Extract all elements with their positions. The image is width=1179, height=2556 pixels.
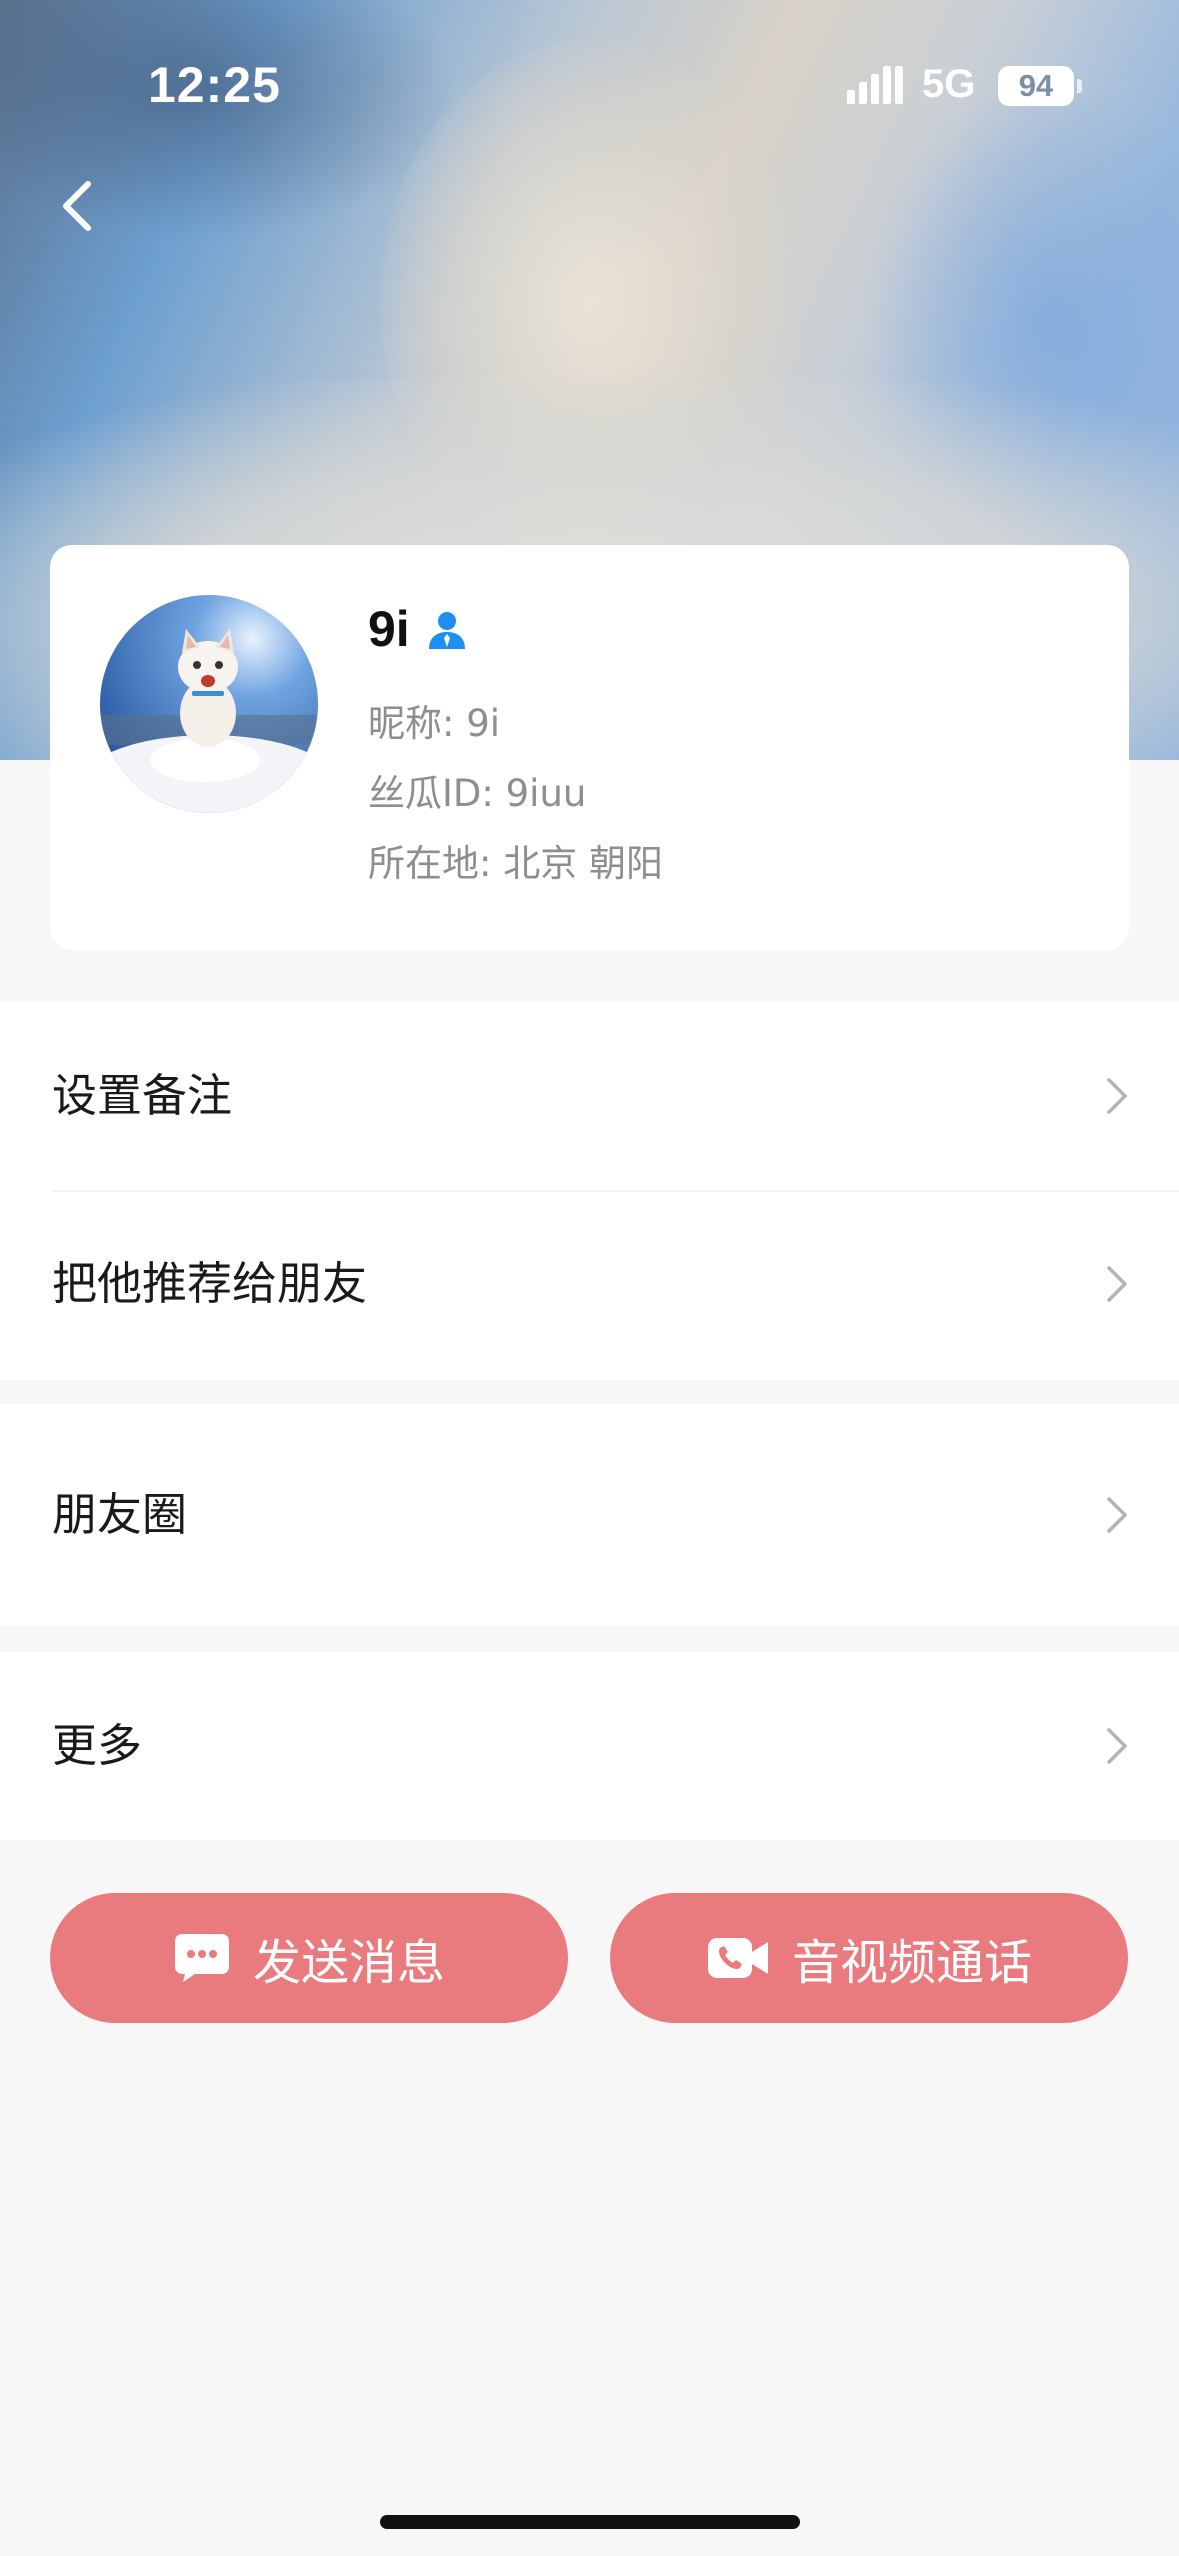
- menu-section-more: 更多: [0, 1652, 1179, 1840]
- more-label: 更多: [52, 1719, 143, 1772]
- location-text: 所在地: 北京 朝阳: [368, 842, 663, 885]
- set-remark-label: 设置备注: [52, 1069, 233, 1122]
- chevron-left-icon: [63, 181, 91, 231]
- menu-section-moments: 朋友圈: [0, 1404, 1179, 1626]
- chevron-right-icon: [1107, 1078, 1127, 1114]
- home-indicator[interactable]: [380, 2515, 800, 2529]
- status-bar: 12:25 5G 94: [0, 0, 1179, 170]
- recommend-friend-row[interactable]: 把他推荐给朋友: [0, 1190, 1179, 1378]
- profile-card: 9i 昵称: 9i 丝瓜ID: 9iuu 所在地: 北京 朝阳: [50, 545, 1129, 950]
- profile-name: 9i: [368, 601, 410, 657]
- menu-section-contact: 设置备注 把他推荐给朋友: [0, 1002, 1179, 1380]
- more-row[interactable]: 更多: [0, 1652, 1179, 1840]
- chevron-right-icon: [1107, 1497, 1127, 1533]
- avatar[interactable]: [100, 595, 318, 813]
- battery-level: 94: [998, 66, 1074, 106]
- chevron-right-icon: [1107, 1266, 1127, 1302]
- chat-bubble-icon: [174, 1934, 229, 1982]
- set-remark-row[interactable]: 设置备注: [0, 1002, 1179, 1190]
- network-type: 5G: [922, 62, 976, 106]
- nickname-text: 昵称: 9i: [368, 702, 501, 745]
- signal-icon: [847, 66, 903, 104]
- back-button[interactable]: [52, 170, 112, 240]
- av-call-button[interactable]: 音视频通话: [610, 1893, 1128, 2023]
- send-message-label: 发送消息: [252, 1935, 445, 1991]
- chevron-right-icon: [1107, 1728, 1127, 1764]
- user-id-text: 丝瓜ID: 9iuu: [368, 772, 587, 815]
- av-call-label: 音视频通话: [791, 1935, 1032, 1991]
- moments-label: 朋友圈: [52, 1488, 188, 1541]
- battery-cap: [1077, 79, 1082, 93]
- moments-row[interactable]: 朋友圈: [0, 1404, 1179, 1626]
- status-time: 12:25: [148, 57, 281, 113]
- video-phone-icon: [707, 1938, 768, 1978]
- person-badge-icon: [429, 612, 465, 649]
- send-message-button[interactable]: 发送消息: [50, 1893, 568, 2023]
- cat-avatar-image: [100, 595, 318, 813]
- recommend-friend-label: 把他推荐给朋友: [52, 1257, 368, 1310]
